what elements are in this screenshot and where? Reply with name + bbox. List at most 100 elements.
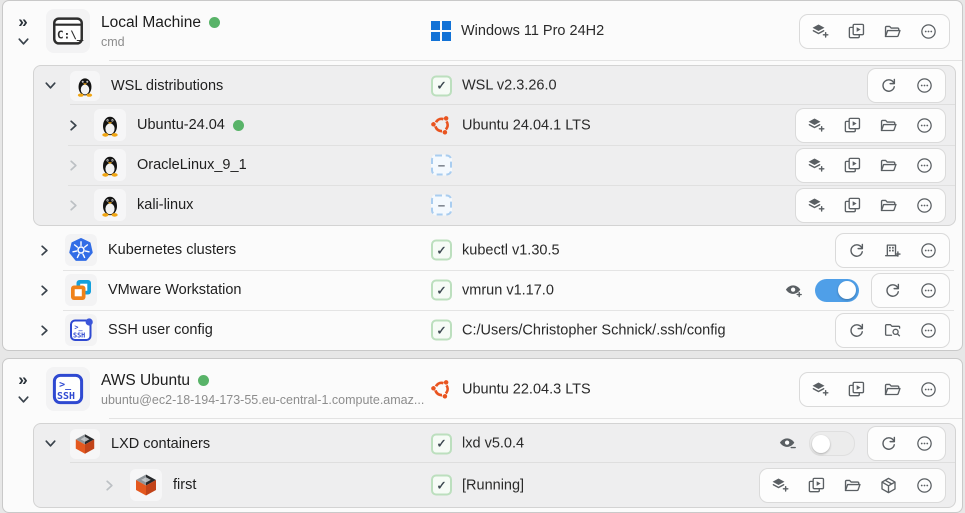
row-ubuntu-2404[interactable]: Ubuntu-24.04 Ubuntu 24.04.1 LTS	[34, 105, 955, 145]
toggle-switch-on[interactable]	[815, 279, 859, 302]
more-options-button[interactable]	[919, 321, 938, 340]
checked-checkbox-icon[interactable]: ✓	[431, 475, 452, 496]
folder-search-icon	[883, 321, 902, 340]
eye-minus-icon[interactable]	[778, 434, 797, 453]
layers-plus-button[interactable]	[807, 156, 826, 175]
indeterminate-checkbox-icon[interactable]: –	[431, 195, 452, 216]
checked-checkbox-icon[interactable]: ✓	[431, 75, 452, 96]
refresh-icon	[879, 76, 898, 95]
play-window-icon	[807, 476, 826, 495]
chevron-right-icon[interactable]	[37, 323, 52, 338]
group-title: WSL distributions	[111, 78, 223, 94]
eye-plus-icon[interactable]	[784, 281, 803, 300]
layers-plus-icon	[807, 116, 826, 135]
more-options-button[interactable]	[915, 116, 934, 135]
more-options-button[interactable]	[915, 76, 934, 95]
connection-title: AWS Ubuntu	[101, 372, 190, 390]
checked-checkbox-icon[interactable]: ✓	[431, 320, 452, 341]
refresh-button[interactable]	[883, 281, 902, 300]
version-info: ✓ lxd v5.0.4	[431, 433, 524, 454]
row-kubernetes-clusters[interactable]: Kubernetes clusters ✓ kubectl v1.30.5	[3, 230, 962, 270]
row-first-container[interactable]: first ✓ [Running]	[34, 463, 955, 507]
chevron-down-icon[interactable]	[43, 436, 58, 451]
more-options-button[interactable]	[915, 476, 934, 495]
svg-text:>_: >_	[74, 324, 83, 332]
play-window-icon	[847, 380, 866, 399]
tux-penguin-icon	[94, 109, 126, 141]
more-options-button[interactable]	[915, 434, 934, 453]
more-options-button[interactable]	[919, 241, 938, 260]
layers-plus-button[interactable]	[811, 380, 830, 399]
browse-files-button[interactable]	[843, 476, 862, 495]
more-options-button[interactable]	[919, 380, 938, 399]
distro-title: Ubuntu-24.04	[137, 117, 225, 133]
more-options-button[interactable]	[915, 156, 934, 175]
row-lxd-containers[interactable]: LXD containers ✓ lxd v5.0.4	[34, 424, 955, 463]
run-script-button[interactable]	[807, 476, 826, 495]
refresh-button[interactable]	[879, 434, 898, 453]
more-options-button[interactable]	[919, 281, 938, 300]
toggle-switch-off[interactable]	[809, 431, 855, 456]
chevron-down-icon[interactable]	[16, 392, 31, 407]
browse-files-button[interactable]	[883, 380, 902, 399]
run-script-button[interactable]	[847, 22, 866, 41]
row-local-machine[interactable]: » C:\_ Local Machine cmd Windows 11 Pro …	[3, 1, 962, 61]
chevron-down-icon[interactable]	[43, 78, 58, 93]
connection-titles: Local Machine cmd	[101, 14, 220, 49]
indeterminate-checkbox-icon[interactable]: –	[431, 155, 452, 176]
row-ssh-user-config[interactable]: >_SSH SSH user config ✓ C:/Users/Christo…	[3, 310, 962, 350]
more-options-button[interactable]	[919, 22, 938, 41]
run-script-button[interactable]	[847, 380, 866, 399]
connection-subtitle: cmd	[101, 35, 220, 49]
chevron-right-icon[interactable]	[102, 478, 117, 493]
more-options-icon	[915, 196, 934, 215]
layers-plus-icon	[811, 22, 830, 41]
layers-plus-button[interactable]	[807, 196, 826, 215]
more-options-button[interactable]	[915, 196, 934, 215]
browse-files-button[interactable]	[879, 116, 898, 135]
chevron-right-icon[interactable]	[37, 243, 52, 258]
building-plus-button[interactable]	[883, 241, 902, 260]
svg-text:SSH: SSH	[57, 391, 75, 402]
layers-plus-button[interactable]	[807, 116, 826, 135]
run-script-button[interactable]	[843, 116, 862, 135]
double-chevron-icon[interactable]: »	[18, 13, 27, 30]
double-chevron-icon[interactable]: »	[18, 371, 27, 388]
run-script-button[interactable]	[843, 156, 862, 175]
package-button[interactable]	[879, 476, 898, 495]
run-script-button[interactable]	[843, 196, 862, 215]
row-aws-ubuntu[interactable]: » >_SSH AWS Ubuntu ubuntu@ec2-18-194-173…	[3, 359, 962, 419]
row-wsl-distributions[interactable]: WSL distributions ✓ WSL v2.3.26.0	[34, 66, 955, 105]
action-button-group	[835, 233, 950, 268]
connection-title: Local Machine	[101, 14, 201, 32]
open-folder-icon	[879, 196, 898, 215]
version-info: ✓ kubectl v1.30.5	[431, 240, 560, 261]
checked-checkbox-icon[interactable]: ✓	[431, 240, 452, 261]
open-folder-icon	[883, 380, 902, 399]
refresh-button[interactable]	[847, 241, 866, 260]
checked-checkbox-icon[interactable]: ✓	[431, 280, 452, 301]
row-kali-linux[interactable]: kali-linux –	[34, 185, 955, 225]
row-vmware-workstation[interactable]: VMware Workstation ✓ vmrun v1.17.0	[3, 270, 962, 310]
browse-files-button[interactable]	[883, 22, 902, 41]
connection-subtitle: ubuntu@ec2-18-194-173-55.eu-central-1.co…	[101, 393, 424, 407]
os-label: Windows 11 Pro 24H2	[461, 23, 604, 39]
layers-plus-button[interactable]	[811, 22, 830, 41]
folder-search-button[interactable]	[883, 321, 902, 340]
row-oraclelinux[interactable]: OracleLinux_9_1 –	[34, 145, 955, 185]
action-button-group	[795, 108, 946, 143]
version-label: vmrun v1.17.0	[462, 282, 554, 298]
layers-plus-button[interactable]	[771, 476, 790, 495]
refresh-button[interactable]	[879, 76, 898, 95]
checked-checkbox-icon[interactable]: ✓	[431, 433, 452, 454]
chevron-right-icon[interactable]	[66, 198, 81, 213]
browse-files-button[interactable]	[879, 196, 898, 215]
chevron-down-icon[interactable]	[16, 34, 31, 49]
ssh-terminal-icon: >_SSH	[46, 367, 90, 411]
chevron-right-icon[interactable]	[66, 118, 81, 133]
refresh-button[interactable]	[847, 321, 866, 340]
chevron-right-icon[interactable]	[66, 158, 81, 173]
expander-column: »	[8, 13, 38, 49]
browse-files-button[interactable]	[879, 156, 898, 175]
chevron-right-icon[interactable]	[37, 283, 52, 298]
